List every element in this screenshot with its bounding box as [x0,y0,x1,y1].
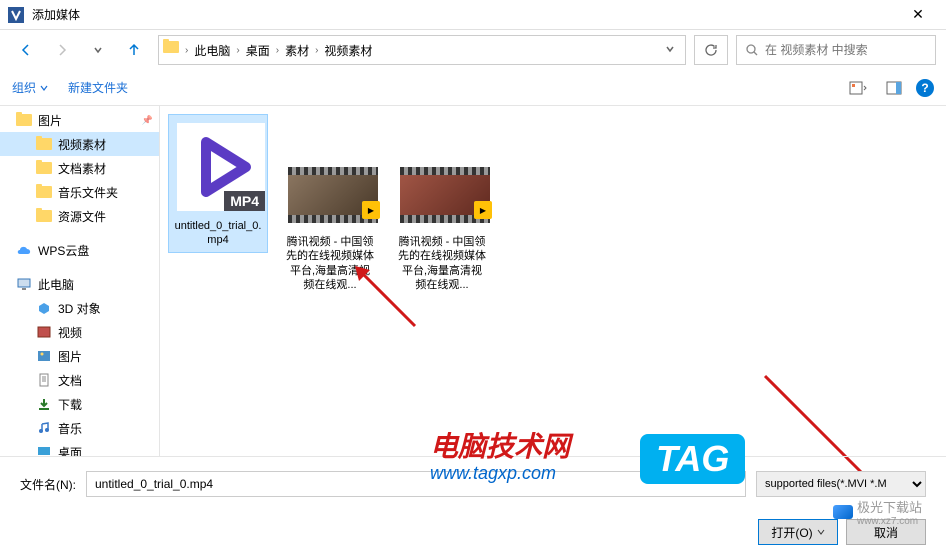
sidebar-item-label: WPS云盘 [38,242,89,259]
sidebar-item-wps[interactable]: WPS云盘 [0,238,159,262]
up-button[interactable] [118,36,150,64]
breadcrumb-item[interactable]: 此电脑 [190,42,234,59]
folder-icon [36,137,52,151]
sidebar-item-pictures2[interactable]: 图片 [0,344,159,368]
desktop-icon [36,445,52,456]
computer-icon [16,277,32,291]
3d-icon [36,301,52,315]
file-thumbnail: ▶ [285,159,381,231]
folder-icon [36,209,52,223]
toolbar: 组织 新建文件夹 ? [0,70,946,106]
player-badge-icon: ▶ [474,201,492,219]
window-title: 添加媒体 [32,6,898,23]
file-name: 腾讯视频 - 中国领先的在线视频媒体平台,海量高清视频在线观... [285,235,375,292]
mp4-badge: MP4 [224,191,265,211]
sidebar-item-resource[interactable]: 资源文件 [0,204,159,228]
breadcrumb-item[interactable]: 素材 [281,42,313,59]
breadcrumb-dropdown[interactable] [659,41,681,59]
forward-button[interactable] [46,36,78,64]
file-thumbnail: ▶ [397,159,493,231]
breadcrumb[interactable]: › 此电脑 › 桌面 › 素材 › 视频素材 [158,35,686,65]
sidebar-item-music[interactable]: 音乐 [0,416,159,440]
sidebar-item-thispc[interactable]: 此电脑 [0,272,159,296]
preview-pane-button[interactable] [880,76,908,100]
sidebar-item-label: 图片 [58,348,82,365]
search-input[interactable] [765,43,927,57]
sidebar-item-desktop[interactable]: 桌面 [0,440,159,456]
nav-bar: › 此电脑 › 桌面 › 素材 › 视频素材 [0,30,946,70]
close-button[interactable]: ✕ [898,0,938,30]
sidebar-item-label: 资源文件 [58,208,106,225]
sidebar-item-3d[interactable]: 3D 对象 [0,296,159,320]
folder-icon [36,185,52,199]
main-area: 图片 视频素材 文档素材 音乐文件夹 资源文件 WPS云盘 此电脑 [0,106,946,456]
title-bar: 添加媒体 ✕ [0,0,946,30]
music-icon [36,421,52,435]
player-badge-icon: ▶ [362,201,380,219]
filetype-select[interactable]: supported files(*.MVI *.M [756,471,926,497]
sidebar-item-label: 图片 [38,112,62,129]
sidebar-item-videos[interactable]: 视频 [0,320,159,344]
new-folder-button[interactable]: 新建文件夹 [68,79,128,96]
file-name: untitled_0_trial_0.mp4 [173,219,263,248]
search-box[interactable] [736,35,936,65]
folder-icon [163,41,181,59]
sidebar-item-label: 文档 [58,372,82,389]
sidebar-item-label: 音乐文件夹 [58,184,118,201]
recent-dropdown[interactable] [82,36,114,64]
sidebar-item-label: 视频 [58,324,82,341]
app-icon [8,7,24,23]
downloads-icon [36,397,52,411]
sidebar-item-downloads[interactable]: 下载 [0,392,159,416]
documents-icon [36,373,52,387]
pictures-icon [36,349,52,363]
refresh-button[interactable] [694,35,728,65]
sidebar-item-music-folder[interactable]: 音乐文件夹 [0,180,159,204]
file-list: MP4 untitled_0_trial_0.mp4 ▶ 腾讯视频 - 中国领先… [160,106,946,456]
breadcrumb-item[interactable]: 视频素材 [320,42,376,59]
sidebar-item-label: 视频素材 [58,136,106,153]
filename-label: 文件名(N): [20,476,76,493]
sidebar-item-label: 此电脑 [38,276,74,293]
sidebar-item-label: 下载 [58,396,82,413]
help-button[interactable]: ? [916,79,934,97]
file-thumbnail: MP4 [173,119,269,215]
file-item-video1[interactable]: ▶ 腾讯视频 - 中国领先的在线视频媒体平台,海量高清视频在线观... [280,154,380,297]
sidebar-item-label: 文档素材 [58,160,106,177]
sidebar: 图片 视频素材 文档素材 音乐文件夹 资源文件 WPS云盘 此电脑 [0,106,160,456]
breadcrumb-item[interactable]: 桌面 [242,42,274,59]
sidebar-item-video-material[interactable]: 视频素材 [0,132,159,156]
sidebar-item-label: 3D 对象 [58,300,101,317]
open-button[interactable]: 打开(O) [758,519,838,545]
action-buttons: 打开(O) 取消 [0,511,946,553]
filename-input[interactable] [86,471,746,497]
file-item-mp4[interactable]: MP4 untitled_0_trial_0.mp4 [168,114,268,253]
file-item-video2[interactable]: ▶ 腾讯视频 - 中国领先的在线视频媒体平台,海量高清视频在线观... [392,154,492,297]
sidebar-item-label: 音乐 [58,420,82,437]
video-icon [36,325,52,339]
sidebar-item-documents[interactable]: 文档 [0,368,159,392]
back-button[interactable] [10,36,42,64]
sidebar-item-doc-material[interactable]: 文档素材 [0,156,159,180]
folder-icon [36,161,52,175]
folder-icon [16,113,32,127]
bottom-bar: 文件名(N): supported files(*.MVI *.M [0,456,946,511]
cancel-button[interactable]: 取消 [846,519,926,545]
search-icon [745,43,759,57]
sidebar-item-label: 桌面 [58,444,82,457]
sidebar-item-pictures[interactable]: 图片 [0,108,159,132]
cloud-icon [16,243,32,257]
view-mode-button[interactable] [844,76,872,100]
file-name: 腾讯视频 - 中国领先的在线视频媒体平台,海量高清视频在线观... [397,235,487,292]
organize-button[interactable]: 组织 [12,79,48,96]
